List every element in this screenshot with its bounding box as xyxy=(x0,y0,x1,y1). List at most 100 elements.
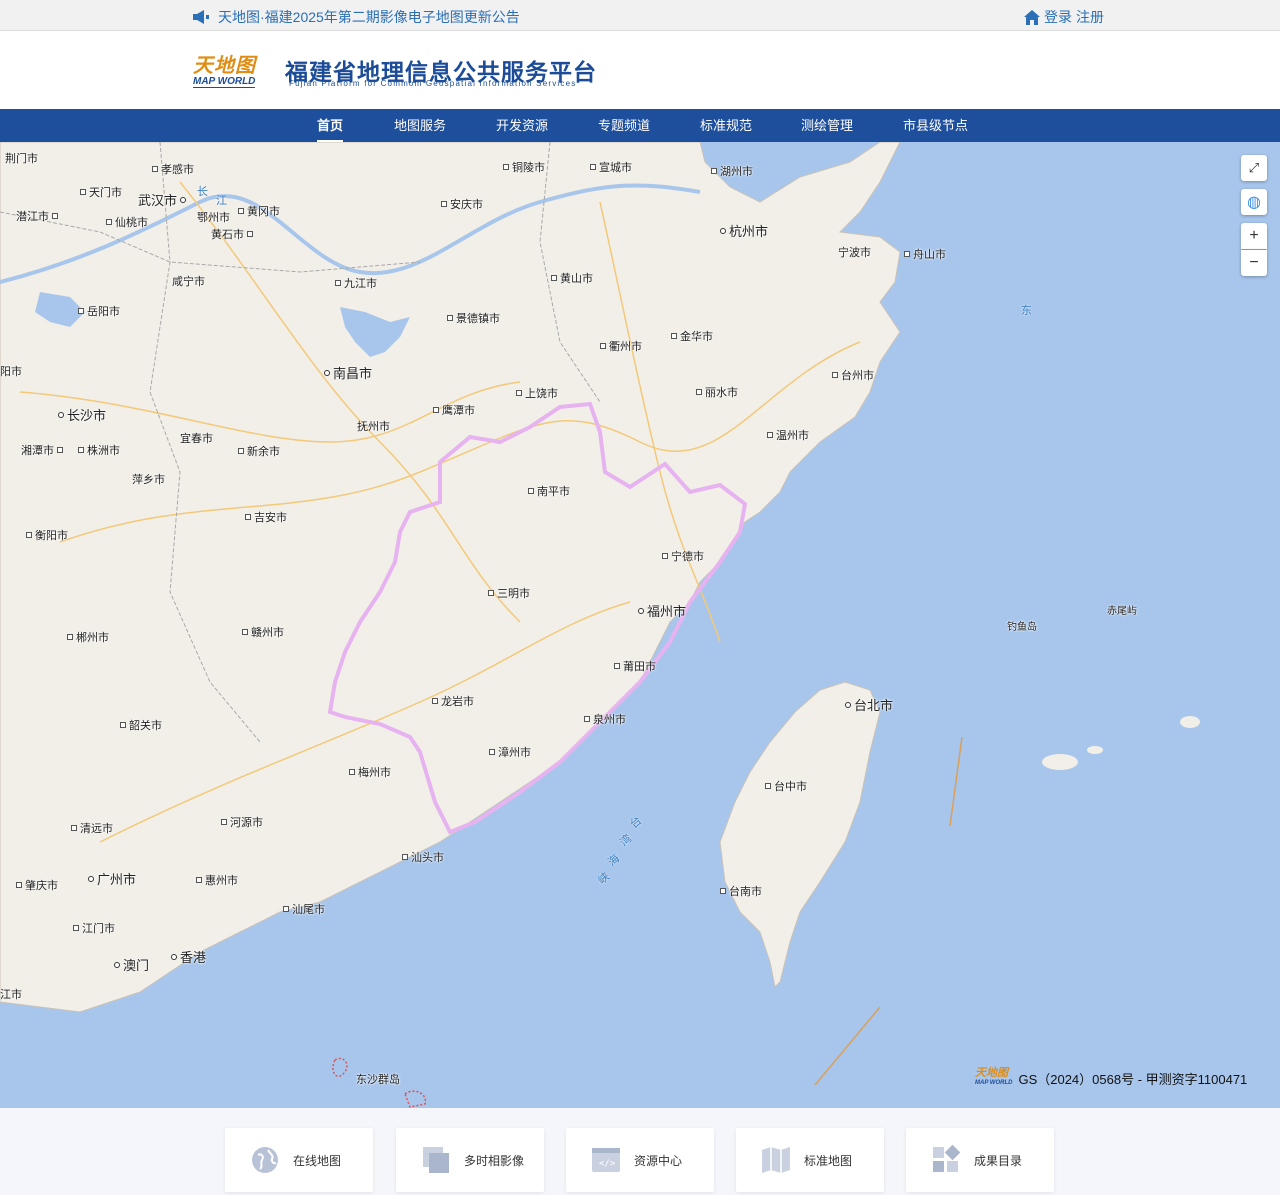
city-label[interactable]: 温州市 xyxy=(767,427,809,443)
city-label[interactable]: 台州市 xyxy=(832,367,874,383)
city-label[interactable]: 鹰潭市 xyxy=(433,402,475,418)
city-label[interactable]: 肇庆市 xyxy=(16,877,58,893)
card-multitemporal-imagery[interactable]: 多时相影像 xyxy=(396,1128,544,1192)
city-label[interactable]: 孝感市 xyxy=(152,161,194,177)
city-label[interactable]: 龙岩市 xyxy=(432,693,474,709)
city-label[interactable]: 江门市 xyxy=(73,920,115,936)
site-header: 天地图 MAP WORLD 福建省地理信息公共服务平台 Fujian Platf… xyxy=(0,31,1280,109)
zoom-in-button[interactable]: + xyxy=(1241,223,1267,249)
city-label[interactable]: 阳市 xyxy=(0,363,22,379)
city-label[interactable]: 吉安市 xyxy=(245,509,287,525)
city-label[interactable]: 铜陵市 xyxy=(503,159,545,175)
city-label[interactable]: 长沙市 xyxy=(58,405,106,424)
city-label[interactable]: 黄石市 xyxy=(211,226,253,242)
city-label[interactable]: 韶关市 xyxy=(120,717,162,733)
city-label[interactable]: 舟山市 xyxy=(904,246,946,262)
city-label[interactable]: 安庆市 xyxy=(441,196,483,212)
city-label[interactable]: 抚州市 xyxy=(357,418,390,434)
island-label[interactable]: 赤尾屿 xyxy=(1107,602,1137,617)
city-label[interactable]: 景德镇市 xyxy=(447,310,500,326)
city-label[interactable]: 衢州市 xyxy=(600,338,642,354)
nav-city-nodes[interactable]: 市县级节点 xyxy=(903,109,968,142)
city-label[interactable]: 萍乡市 xyxy=(132,471,165,487)
nav-map-service[interactable]: 地图服务 xyxy=(394,109,446,142)
card-online-map[interactable]: 在线地图 xyxy=(225,1128,373,1192)
city-label[interactable]: 惠州市 xyxy=(196,872,238,888)
login-link[interactable]: 登录 xyxy=(1044,7,1072,27)
yangtze-label: 长 xyxy=(197,186,208,198)
city-label[interactable]: 宁德市 xyxy=(662,548,704,564)
city-label[interactable]: 武汉市 xyxy=(138,190,187,209)
globe-icon xyxy=(249,1144,281,1176)
city-label[interactable]: 台中市 xyxy=(765,778,807,794)
nav-home[interactable]: 首页 xyxy=(317,109,344,142)
nav-survey-management[interactable]: 测绘管理 xyxy=(801,109,853,142)
city-label[interactable]: 鄂州市 xyxy=(197,209,230,225)
approval-number: GS（2024）0568号 - 甲测资字1100471 xyxy=(1018,1071,1248,1087)
city-label[interactable]: 莆田市 xyxy=(614,658,656,674)
city-label[interactable]: 潜江市 xyxy=(16,208,58,224)
city-label[interactable]: 黄山市 xyxy=(551,270,593,286)
card-label: 在线地图 xyxy=(293,1153,342,1168)
city-label[interactable]: 宜春市 xyxy=(180,430,213,446)
city-label[interactable]: 江市 xyxy=(0,986,22,1002)
city-label[interactable]: 湘潭市 xyxy=(21,442,63,458)
nav-dev-resources[interactable]: 开发资源 xyxy=(496,109,548,142)
fullscreen-button[interactable]: ⤢ xyxy=(1241,155,1267,181)
city-label[interactable]: 杭州市 xyxy=(720,221,768,240)
city-label[interactable]: 新余市 xyxy=(238,443,280,459)
city-label[interactable]: 汕尾市 xyxy=(283,901,325,917)
card-label: 多时相影像 xyxy=(464,1153,525,1168)
city-label[interactable]: 仙桃市 xyxy=(106,214,148,230)
city-label[interactable]: 岳阳市 xyxy=(78,303,120,319)
city-label[interactable]: 河源市 xyxy=(221,814,263,830)
city-label[interactable]: 天门市 xyxy=(80,184,122,200)
register-link[interactable]: 注册 xyxy=(1076,7,1104,27)
city-label[interactable]: 南昌市 xyxy=(324,363,372,382)
city-label[interactable]: 株洲市 xyxy=(78,442,120,458)
city-label[interactable]: 荆门市 xyxy=(5,150,38,166)
city-label[interactable]: 台南市 xyxy=(720,883,762,899)
zoom-out-button[interactable]: − xyxy=(1241,250,1267,276)
card-resource-center[interactable]: </> 资源中心 xyxy=(566,1128,714,1192)
island-label[interactable]: 钓鱼岛 xyxy=(1007,618,1037,633)
map-view[interactable]: 荆门市 孝感市 天门市 武汉市 潜江市 仙桃市 鄂州市 黄冈市 黄石市 咸宁市 … xyxy=(0,142,1280,1108)
city-label[interactable]: 泉州市 xyxy=(584,711,626,727)
map-credit: 天地图 MAP WORLD GS（2024）0568号 - 甲测资字1100471 xyxy=(975,1068,1247,1088)
island-label[interactable]: 东沙群岛 xyxy=(356,1071,400,1087)
city-label[interactable]: 宣城市 xyxy=(590,159,632,175)
city-label[interactable]: 漳州市 xyxy=(489,744,531,760)
city-label[interactable]: 九江市 xyxy=(335,275,377,291)
city-label[interactable]: 郴州市 xyxy=(67,629,109,645)
city-label[interactable]: 湖州市 xyxy=(711,163,753,179)
nav-topic-channel[interactable]: 专题频道 xyxy=(598,109,650,142)
card-standard-map[interactable]: 标准地图 xyxy=(736,1128,884,1192)
city-label[interactable]: 宁波市 xyxy=(838,244,871,260)
city-label[interactable]: 台北市 xyxy=(845,695,893,714)
quick-links: 在线地图 多时相影像 </> 资源中心 标准地图 成果目录 xyxy=(0,1108,1280,1195)
city-label[interactable]: 清远市 xyxy=(71,820,113,836)
city-label[interactable]: 咸宁市 xyxy=(172,273,205,289)
folded-map-icon xyxy=(760,1144,792,1176)
city-label[interactable]: 上饶市 xyxy=(516,385,558,401)
city-label[interactable]: 福州市 xyxy=(638,601,686,620)
globe-button[interactable]: ◍ xyxy=(1241,189,1267,215)
tianditu-logo[interactable]: 天地图 xyxy=(193,49,256,78)
dongsha-islands xyxy=(332,1057,348,1077)
city-label[interactable]: 南平市 xyxy=(528,483,570,499)
city-label[interactable]: 广州市 xyxy=(88,869,136,888)
nav-standards[interactable]: 标准规范 xyxy=(700,109,752,142)
card-results-catalog[interactable]: 成果目录 xyxy=(906,1128,1054,1192)
city-label[interactable]: 赣州市 xyxy=(242,624,284,640)
city-label[interactable]: 澳门 xyxy=(114,955,149,974)
city-label[interactable]: 金华市 xyxy=(671,328,713,344)
city-label[interactable]: 衡阳市 xyxy=(26,527,68,543)
city-label[interactable]: 香港 xyxy=(171,947,206,966)
city-label[interactable]: 三明市 xyxy=(488,585,530,601)
city-label[interactable]: 黄冈市 xyxy=(238,203,280,219)
notice-link[interactable]: 天地图·福建2025年第二期影像电子地图更新公告 xyxy=(192,7,520,27)
city-label[interactable]: 梅州市 xyxy=(349,764,391,780)
city-label[interactable]: 丽水市 xyxy=(696,384,738,400)
city-label[interactable]: 汕头市 xyxy=(402,849,444,865)
notice-text[interactable]: 天地图·福建2025年第二期影像电子地图更新公告 xyxy=(218,7,520,27)
